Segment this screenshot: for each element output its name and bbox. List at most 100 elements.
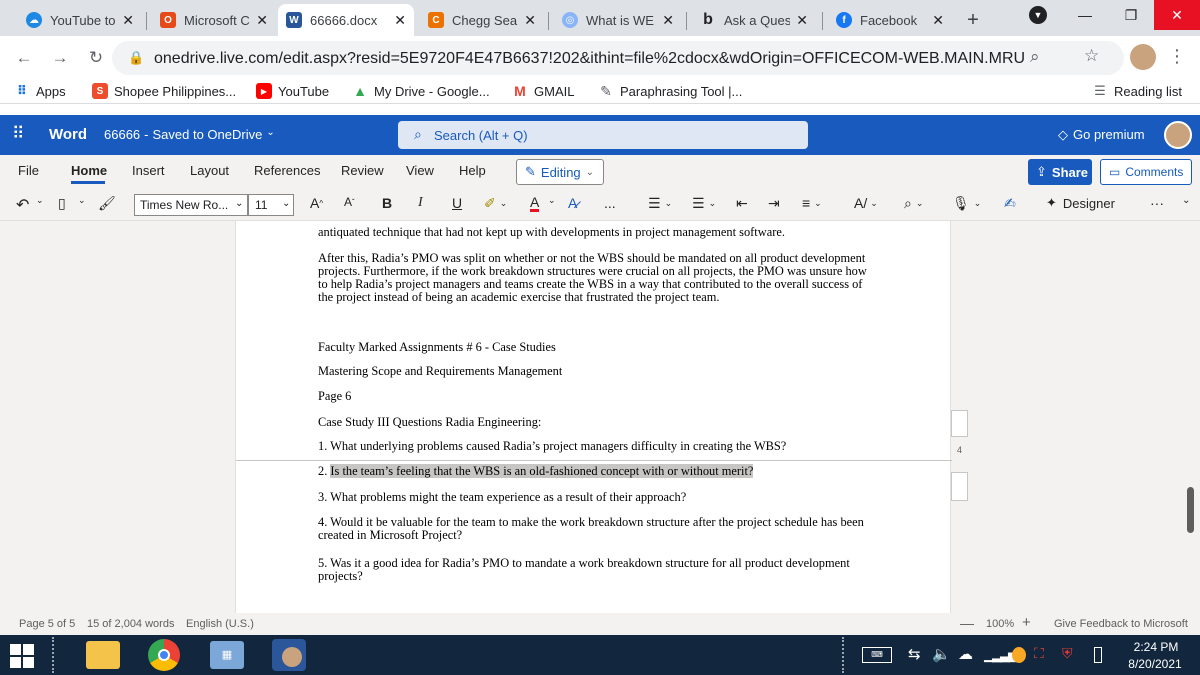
tab-view[interactable]: View (406, 163, 434, 178)
reload-icon[interactable]: ↻ (84, 46, 108, 70)
question-4[interactable]: 4. Would it be valuable for the team to … (318, 516, 878, 542)
zoom-out-button[interactable]: — (960, 615, 974, 631)
file-explorer-icon[interactable] (86, 641, 120, 669)
bold-button[interactable]: B (382, 195, 392, 211)
language[interactable]: English (U.S.) (186, 618, 254, 630)
bookmark-paraphrasing[interactable]: ✎ Paraphrasing Tool |... (598, 83, 742, 99)
bookmark-shopee[interactable]: S Shopee Philippines... (92, 83, 236, 99)
close-icon[interactable]: ✕ (662, 12, 674, 29)
close-icon[interactable]: ✕ (256, 12, 268, 29)
chevron-down-icon[interactable]: ⌄ (36, 195, 44, 206)
go-premium-button[interactable]: ◇ Go premium (1058, 127, 1145, 143)
italic-button[interactable]: I (418, 195, 423, 211)
keyboard-icon[interactable]: ⌨ (862, 647, 892, 663)
close-icon[interactable]: ✕ (932, 12, 944, 29)
paragraph[interactable]: Case Study III Questions Radia Engineeri… (318, 416, 878, 429)
new-tab-button[interactable]: + (958, 4, 988, 36)
format-painter-icon[interactable]: 🖌 (98, 195, 116, 212)
network-share-icon[interactable]: ⇆ (908, 645, 921, 663)
windows-start-icon[interactable] (10, 644, 34, 668)
question-1[interactable]: 1. What underlying problems caused Radia… (318, 440, 878, 453)
grow-font-button[interactable]: A ^ (310, 195, 323, 211)
zoom-in-button[interactable]: + (1022, 614, 1031, 631)
paragraph[interactable]: antiquated technique that had not kept u… (318, 226, 878, 239)
browser-tab[interactable]: ☁ YouTube to ✕ (18, 4, 142, 36)
scrollbar-thumb[interactable] (1187, 487, 1194, 533)
avatar[interactable] (1130, 44, 1156, 70)
tab-layout[interactable]: Layout (190, 163, 229, 178)
chevron-down-icon[interactable]: ⌄ (78, 195, 86, 206)
browser-tab[interactable]: O Microsoft C ✕ (152, 4, 276, 36)
font-color-icon[interactable]: A (530, 195, 540, 212)
document-title[interactable]: 66666 - Saved to OneDrive ⌄ (104, 127, 275, 142)
more-button[interactable]: ... (604, 195, 616, 211)
dictate-icon[interactable]: 🎙 ⌄ (952, 195, 981, 212)
highlight-icon[interactable]: ✐ ⌄ (484, 195, 507, 212)
notification-app-icon[interactable] (1012, 647, 1026, 663)
styles-icon[interactable]: A/⌄ (854, 195, 878, 211)
close-icon[interactable]: ✕ (122, 12, 134, 29)
taskbar-app-avatar[interactable] (272, 639, 306, 671)
minimize-icon[interactable]: — (1062, 0, 1108, 30)
more-options-icon[interactable]: ··· (1150, 195, 1164, 211)
search-input[interactable]: ⌕ Search (Alt + Q) (398, 121, 808, 149)
editor-icon[interactable]: ✍ (1004, 195, 1016, 212)
browser-tab[interactable]: C Chegg Sea ✕ (420, 4, 544, 36)
document-page[interactable]: antiquated technique that had not kept u… (235, 221, 952, 613)
chevron-down-icon[interactable]: ⌄ (282, 198, 290, 209)
address-bar[interactable]: 🔒 onedrive.live.com/edit.aspx?resid=5E97… (112, 41, 1124, 75)
editing-mode-dropdown[interactable]: ✎ Editing ⌄ (516, 159, 604, 185)
monitor-app-icon[interactable]: ▦ (210, 641, 244, 669)
align-icon[interactable]: ≡ ⌄ (802, 195, 822, 211)
decrease-indent-icon[interactable]: ⇤ (736, 195, 748, 212)
chevron-down-icon[interactable]: ⌄ (548, 195, 556, 206)
chrome-icon[interactable] (148, 639, 180, 671)
zoom-level[interactable]: 100% (986, 618, 1014, 630)
feedback-link[interactable]: Give Feedback to Microsoft (1054, 618, 1188, 630)
paragraph[interactable]: Mastering Scope and Requirements Managem… (318, 365, 878, 378)
share-button[interactable]: ⇪ Share (1028, 159, 1092, 185)
tab-references[interactable]: References (254, 163, 320, 178)
paragraph[interactable]: Faculty Marked Assignments # 6 - Case St… (318, 341, 878, 354)
clipboard-icon[interactable]: ▯ (58, 195, 66, 212)
bookmark-apps[interactable]: ⠿ Apps (14, 83, 66, 99)
back-icon[interactable]: ← (12, 46, 36, 70)
forward-icon[interactable]: → (48, 46, 72, 70)
browser-tab-active[interactable]: W 66666.docx ✕ (278, 4, 414, 36)
user-avatar[interactable] (1164, 121, 1192, 149)
word-count[interactable]: 15 of 2,004 words (87, 618, 174, 630)
find-icon[interactable]: ⌕ ⌄ (904, 195, 923, 212)
app-launcher-icon[interactable]: ⠿ (12, 125, 24, 142)
zoom-search-icon[interactable]: ⌕ (1030, 47, 1040, 67)
battery-icon[interactable] (1094, 647, 1102, 663)
clock-date[interactable]: 8/20/2021 (1120, 657, 1190, 671)
browser-tab[interactable]: f Facebook ✕ (828, 4, 952, 36)
pdf-icon[interactable]: ⛶ (1034, 645, 1044, 662)
question-2[interactable]: 2. Is the team’s feeling that the WBS is… (318, 464, 878, 478)
app-name[interactable]: Word (49, 126, 87, 143)
volume-icon[interactable]: 🔈 (932, 645, 951, 663)
browser-tab[interactable]: ◎ What is WE ✕ (554, 4, 682, 36)
designer-button[interactable]: ✦ Designer (1046, 195, 1115, 211)
close-icon[interactable]: ✕ (796, 12, 808, 29)
tab-home[interactable]: Home (71, 163, 107, 178)
font-name-select[interactable]: Times New Ro... (134, 194, 248, 216)
clear-formatting-icon[interactable]: A̷ (568, 195, 577, 211)
clock-time[interactable]: 2:24 PM (1128, 640, 1184, 654)
tab-search-icon[interactable]: ▼ (1020, 0, 1056, 30)
bookmark-drive[interactable]: ▲ My Drive - Google... (352, 83, 490, 99)
bookmark-gmail[interactable]: M GMAIL (512, 83, 574, 99)
paragraph[interactable]: Page 6 (318, 390, 878, 403)
numbering-icon[interactable]: ☰ ⌄ (692, 195, 716, 212)
bookmark-youtube[interactable]: ▶ YouTube (256, 83, 329, 99)
antivirus-icon[interactable]: ⛨ (1062, 645, 1073, 662)
chevron-down-icon[interactable]: ⌄ (235, 198, 243, 209)
kebab-menu-icon[interactable]: ⋮ (1168, 46, 1186, 67)
tab-insert[interactable]: Insert (132, 163, 165, 178)
increase-indent-icon[interactable]: ⇥ (768, 195, 780, 212)
restore-icon[interactable]: ❐ (1108, 0, 1154, 30)
paragraph[interactable]: After this, Radia’s PMO was split on whe… (318, 252, 878, 304)
close-icon[interactable]: ✕ (524, 12, 536, 29)
tab-file[interactable]: File (18, 163, 39, 178)
shrink-font-button[interactable]: Aˇ (344, 195, 355, 209)
